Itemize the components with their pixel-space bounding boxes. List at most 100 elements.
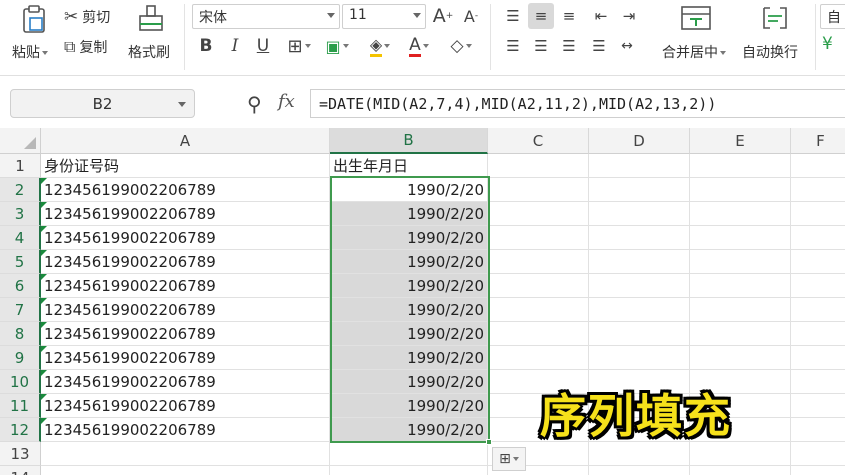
cell-style-button[interactable]: ▣ (320, 33, 354, 59)
cell-c8[interactable] (488, 322, 589, 346)
row-header-8[interactable]: 8 (0, 322, 41, 346)
cell-e8[interactable] (690, 322, 791, 346)
number-format-select[interactable]: 自 (820, 4, 845, 29)
cell-c2[interactable] (488, 178, 589, 202)
cell-d8[interactable] (589, 322, 690, 346)
cell-a13[interactable] (41, 442, 330, 466)
cell-c3[interactable] (488, 202, 589, 226)
cell-d5[interactable] (589, 250, 690, 274)
cell-a4[interactable]: 123456199002206789 (41, 226, 330, 250)
row-header-12[interactable]: 12 (0, 418, 41, 442)
cell-c9[interactable] (488, 346, 589, 370)
row-header-10[interactable]: 10 (0, 370, 41, 394)
cell-f1[interactable] (791, 154, 845, 178)
paste-button[interactable]: 粘贴 (10, 4, 58, 66)
font-size-select[interactable]: 11 (342, 4, 426, 29)
font-color-button[interactable]: A (402, 33, 436, 59)
cell-c5[interactable] (488, 250, 589, 274)
cell-a6[interactable]: 123456199002206789 (41, 274, 330, 298)
cell-a14[interactable] (41, 466, 330, 475)
column-header-c[interactable]: C (488, 128, 589, 154)
cell-f13[interactable] (791, 442, 845, 466)
cell-d3[interactable] (589, 202, 690, 226)
row-header-7[interactable]: 7 (0, 298, 41, 322)
clear-button[interactable]: ◇ (442, 33, 480, 59)
bold-button[interactable]: B (193, 33, 219, 59)
column-header-d[interactable]: D (589, 128, 690, 154)
auto-fill-options-button[interactable]: ⊞ (492, 447, 526, 471)
column-header-e[interactable]: E (690, 128, 791, 154)
cell-e1[interactable] (690, 154, 791, 178)
cell-f7[interactable] (791, 298, 845, 322)
cell-a11[interactable]: 123456199002206789 (41, 394, 330, 418)
cell-a1[interactable]: 身份证号码 (41, 154, 330, 178)
cell-f5[interactable] (791, 250, 845, 274)
zoom-search-icon[interactable]: ⚲ (247, 92, 262, 116)
cell-f4[interactable] (791, 226, 845, 250)
wrap-text-button[interactable]: 自动换行 (742, 4, 812, 66)
borders-button[interactable]: ⊞ (282, 33, 316, 59)
cell-f6[interactable] (791, 274, 845, 298)
cell-a10[interactable]: 123456199002206789 (41, 370, 330, 394)
row-header-4[interactable]: 4 (0, 226, 41, 250)
align-left-button[interactable]: ☰ (500, 33, 526, 59)
cell-b10[interactable]: 1990/2/20 (330, 370, 488, 394)
cell-d14[interactable] (589, 466, 690, 475)
row-header-5[interactable]: 5 (0, 250, 41, 274)
cell-b1[interactable]: 出生年月日 (330, 154, 488, 178)
cell-b12[interactable]: 1990/2/20 (330, 418, 488, 442)
cell-a2[interactable]: 123456199002206789 (41, 178, 330, 202)
align-right-button[interactable]: ☰ (556, 33, 582, 59)
cell-f14[interactable] (791, 466, 845, 475)
align-bottom-button[interactable]: ≡ (556, 3, 582, 29)
cell-c6[interactable] (488, 274, 589, 298)
cell-d4[interactable] (589, 226, 690, 250)
cell-b8[interactable]: 1990/2/20 (330, 322, 488, 346)
cell-b11[interactable]: 1990/2/20 (330, 394, 488, 418)
cell-e2[interactable] (690, 178, 791, 202)
cell-d7[interactable] (589, 298, 690, 322)
cell-b4[interactable]: 1990/2/20 (330, 226, 488, 250)
cell-a9[interactable]: 123456199002206789 (41, 346, 330, 370)
copy-button[interactable]: ⧉ 复制 (64, 36, 107, 58)
row-header-13[interactable]: 13 (0, 442, 41, 466)
row-header-11[interactable]: 11 (0, 394, 41, 418)
font-name-select[interactable]: 宋体 (192, 4, 340, 29)
cell-e14[interactable] (690, 466, 791, 475)
align-middle-button[interactable]: ≡ (528, 3, 554, 29)
cell-f12[interactable] (791, 418, 845, 442)
cell-b7[interactable]: 1990/2/20 (330, 298, 488, 322)
cell-b5[interactable]: 1990/2/20 (330, 250, 488, 274)
fill-handle[interactable] (486, 439, 492, 445)
cell-a3[interactable]: 123456199002206789 (41, 202, 330, 226)
justify-button[interactable]: ☰ (586, 33, 612, 59)
row-header-1[interactable]: 1 (0, 154, 41, 178)
cell-b3[interactable]: 1990/2/20 (330, 202, 488, 226)
cell-f10[interactable] (791, 370, 845, 394)
cell-d1[interactable] (589, 154, 690, 178)
column-header-a[interactable]: A (41, 128, 330, 154)
format-painter-button[interactable]: 格式刷 (126, 4, 176, 66)
cell-f3[interactable] (791, 202, 845, 226)
cut-button[interactable]: ✂ 剪切 (64, 6, 110, 28)
cell-f9[interactable] (791, 346, 845, 370)
row-header-2[interactable]: 2 (0, 178, 41, 202)
fx-button[interactable]: fx (278, 91, 295, 112)
cell-e7[interactable] (690, 298, 791, 322)
row-header-3[interactable]: 3 (0, 202, 41, 226)
cell-b9[interactable]: 1990/2/20 (330, 346, 488, 370)
select-all-corner[interactable] (0, 128, 41, 154)
cell-a7[interactable]: 123456199002206789 (41, 298, 330, 322)
cell-e6[interactable] (690, 274, 791, 298)
cell-a12[interactable]: 123456199002206789 (41, 418, 330, 442)
cell-f11[interactable] (791, 394, 845, 418)
currency-button[interactable]: ¥ (822, 34, 833, 54)
merge-center-button[interactable]: 合并居中 (656, 4, 740, 66)
shrink-font-button[interactable]: A- (458, 3, 484, 29)
cell-d6[interactable] (589, 274, 690, 298)
column-header-f[interactable]: F (791, 128, 845, 154)
fill-color-button[interactable]: ◈ (362, 33, 398, 59)
cell-b6[interactable]: 1990/2/20 (330, 274, 488, 298)
cell-e3[interactable] (690, 202, 791, 226)
italic-button[interactable]: I (222, 33, 248, 59)
